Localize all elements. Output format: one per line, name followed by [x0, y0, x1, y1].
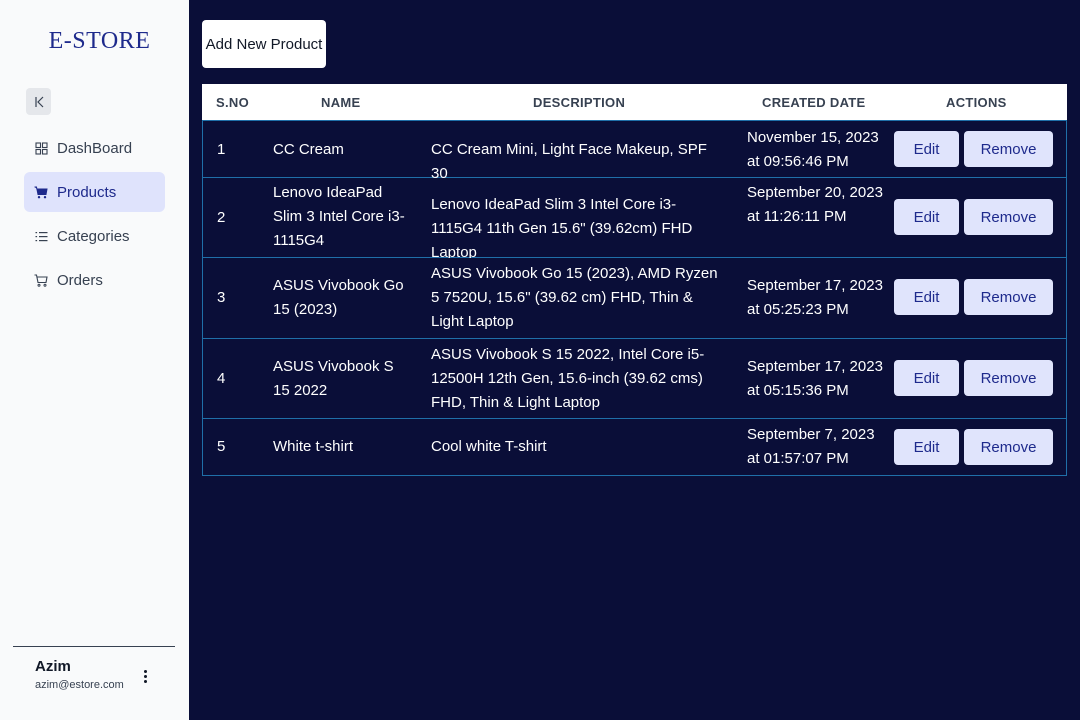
collapse-left-icon: [34, 96, 43, 107]
dashboard-grid-icon: [34, 141, 48, 155]
sidebar-divider: [13, 646, 175, 647]
cell-name: CC Cream: [273, 141, 344, 158]
cell-name: Lenovo IdeaPad Slim 3 Intel Core i3-1115…: [273, 184, 405, 249]
shopping-cart-icon: [34, 185, 48, 199]
table-row: 1 CC Cream CC Cream Mini, Light Face Mak…: [202, 120, 1067, 182]
cell-created-date: September 20, 2023 at 11:26:11 PM: [747, 184, 883, 225]
table-row: 5 White t-shirt Cool white T-shirt Septe…: [202, 419, 1067, 476]
cell-sno: 1: [217, 141, 226, 158]
table-row: 2 Lenovo IdeaPad Slim 3 Intel Core i3-11…: [202, 178, 1067, 261]
remove-button[interactable]: Remove: [964, 360, 1053, 396]
cell-name: White t-shirt: [273, 438, 354, 455]
sidebar-item-label: Categories: [57, 227, 130, 245]
table-row: 4 ASUS Vivobook S 15 2022 ASUS Vivobook …: [202, 339, 1067, 419]
cell-description: Cool white T-shirt: [431, 438, 547, 455]
cell-sno: 5: [217, 438, 226, 455]
column-header-description: DESCRIPTION: [533, 95, 626, 110]
remove-button[interactable]: Remove: [964, 429, 1053, 465]
edit-button[interactable]: Edit: [894, 279, 959, 315]
cell-description: Lenovo IdeaPad Slim 3 Intel Core i3-1115…: [431, 196, 693, 261]
sidebar-item-dashboard[interactable]: DashBoard: [24, 128, 165, 168]
sidebar: E-STORE DashBoard Products Categories Or…: [0, 0, 189, 720]
column-header-sno: S.NO: [216, 95, 249, 110]
column-header-created-date: CREATED DATE: [762, 95, 866, 110]
remove-button[interactable]: Remove: [964, 199, 1053, 235]
user-name: Azim: [35, 658, 71, 675]
add-product-button[interactable]: Add New Product: [202, 20, 326, 68]
cell-created-date: September 7, 2023 at 01:57:07 PM: [747, 426, 875, 467]
sidebar-item-orders[interactable]: Orders: [24, 260, 165, 300]
edit-button[interactable]: Edit: [894, 360, 959, 396]
user-email: azim@estore.com: [35, 679, 124, 691]
edit-button[interactable]: Edit: [894, 429, 959, 465]
remove-button[interactable]: Remove: [964, 279, 1053, 315]
sidebar-item-label: Products: [57, 183, 117, 201]
cell-sno: 3: [217, 289, 226, 306]
sidebar-item-products[interactable]: Products: [24, 172, 165, 212]
cell-created-date: November 15, 2023 at 09:56:46 PM: [747, 129, 879, 170]
cell-sno: 2: [217, 209, 226, 226]
sidebar-item-label: DashBoard: [57, 139, 133, 157]
table-row: 3 ASUS Vivobook Go 15 (2023) ASUS Vivobo…: [202, 258, 1067, 339]
cell-name: ASUS Vivobook Go 15 (2023): [273, 277, 404, 318]
cell-name: ASUS Vivobook S 15 2022: [273, 358, 394, 399]
sidebar-item-label: Orders: [57, 271, 103, 289]
sidebar-item-categories[interactable]: Categories: [24, 216, 165, 256]
table-header: S.NO NAME DESCRIPTION CREATED DATE ACTIO…: [202, 84, 1067, 120]
more-vertical-icon[interactable]: [138, 666, 152, 686]
cell-created-date: September 17, 2023 at 05:15:36 PM: [747, 358, 883, 399]
orders-cart-icon: [34, 273, 48, 287]
column-header-actions: ACTIONS: [946, 95, 1007, 110]
sidebar-collapse-button[interactable]: [26, 88, 51, 115]
cell-created-date: September 17, 2023 at 05:25:23 PM: [747, 277, 883, 318]
logo[interactable]: E-STORE: [0, 28, 199, 55]
column-header-name: NAME: [321, 95, 361, 110]
cell-description: ASUS Vivobook Go 15 (2023), AMD Ryzen 5 …: [431, 265, 718, 330]
remove-button[interactable]: Remove: [964, 131, 1053, 167]
list-icon: [34, 229, 48, 243]
edit-button[interactable]: Edit: [894, 199, 959, 235]
edit-button[interactable]: Edit: [894, 131, 959, 167]
cell-description: ASUS Vivobook S 15 2022, Intel Core i5-1…: [431, 346, 705, 411]
cell-sno: 4: [217, 370, 226, 387]
